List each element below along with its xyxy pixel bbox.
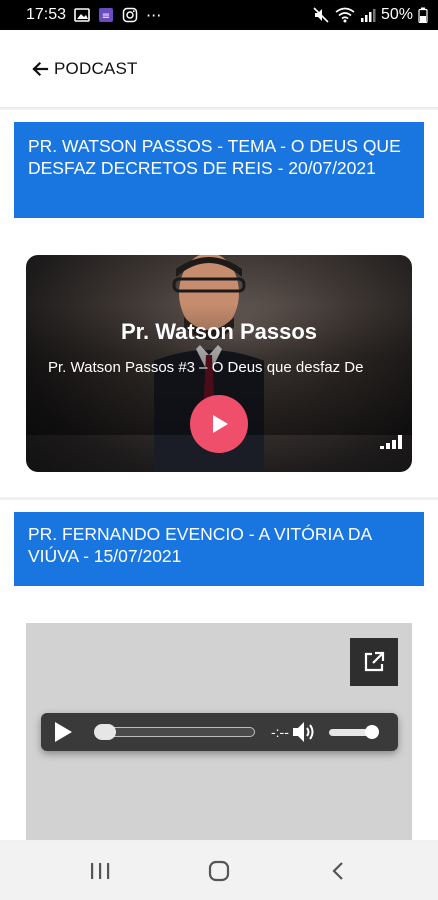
home-button[interactable] bbox=[189, 842, 249, 900]
home-icon bbox=[207, 859, 231, 883]
volume-icon bbox=[291, 720, 317, 744]
mute-icon bbox=[312, 6, 330, 24]
open-external-icon bbox=[362, 650, 386, 674]
episode-card: PR. FERNANDO EVENCIO - A VITÓRIA DA VIÚV… bbox=[0, 500, 438, 840]
more-dots-icon: ··· bbox=[146, 5, 162, 25]
audio-controls: -:-- bbox=[41, 713, 398, 751]
play-icon bbox=[207, 412, 231, 436]
back-button[interactable]: PODCAST bbox=[30, 59, 138, 79]
battery-icon bbox=[418, 7, 428, 23]
play-icon bbox=[53, 721, 73, 743]
battery-percent: 50% bbox=[380, 6, 413, 23]
back-icon bbox=[330, 860, 346, 882]
signal-icon bbox=[360, 7, 376, 23]
recents-button[interactable] bbox=[70, 842, 130, 900]
episode-title: PR. FERNANDO EVENCIO - A VITÓRIA DA VIÚV… bbox=[14, 512, 424, 586]
wifi-icon bbox=[335, 7, 355, 23]
audio-play-button[interactable] bbox=[51, 720, 75, 744]
instagram-icon bbox=[122, 7, 138, 23]
page-title: PODCAST bbox=[54, 58, 138, 78]
deezer-logo-icon bbox=[380, 435, 402, 454]
seek-thumb[interactable] bbox=[94, 724, 116, 740]
episode-title: PR. WATSON PASSOS - TEMA - O DEUS QUE DE… bbox=[14, 122, 424, 218]
player-subtitle: Pr. Watson Passos #3 – O Deus que desfaz… bbox=[48, 359, 364, 376]
audio-seek-bar[interactable] bbox=[94, 724, 255, 740]
play-button[interactable] bbox=[190, 395, 248, 453]
app-bar: PODCAST bbox=[0, 30, 438, 108]
audio-time: -:-- bbox=[271, 724, 289, 740]
status-bar: 17:53 ≡ ··· 50% bbox=[0, 0, 438, 30]
teams-icon: ≡ bbox=[98, 7, 114, 23]
volume-thumb[interactable] bbox=[364, 724, 379, 739]
player-heading: Pr. Watson Passos bbox=[120, 319, 318, 344]
svg-text:≡: ≡ bbox=[102, 11, 110, 22]
back-nav-button[interactable] bbox=[308, 842, 368, 900]
status-right: 50% bbox=[312, 6, 428, 24]
status-left: 17:53 ≡ ··· bbox=[26, 6, 161, 25]
volume-button[interactable] bbox=[291, 720, 317, 744]
episode-card: PR. WATSON PASSOS - TEMA - O DEUS QUE DE… bbox=[0, 110, 438, 497]
audio-player-area: -:-- bbox=[26, 623, 412, 840]
status-time: 17:53 bbox=[26, 6, 67, 23]
system-nav-bar bbox=[0, 842, 438, 900]
recents-icon bbox=[89, 861, 111, 881]
deezer-player[interactable]: Pr. Watson Passos Pr. Watson Passos #3 –… bbox=[26, 255, 412, 472]
open-external-button[interactable] bbox=[350, 638, 398, 686]
volume-slider[interactable] bbox=[328, 724, 379, 739]
arrow-left-icon bbox=[30, 59, 50, 79]
image-icon bbox=[74, 7, 90, 23]
